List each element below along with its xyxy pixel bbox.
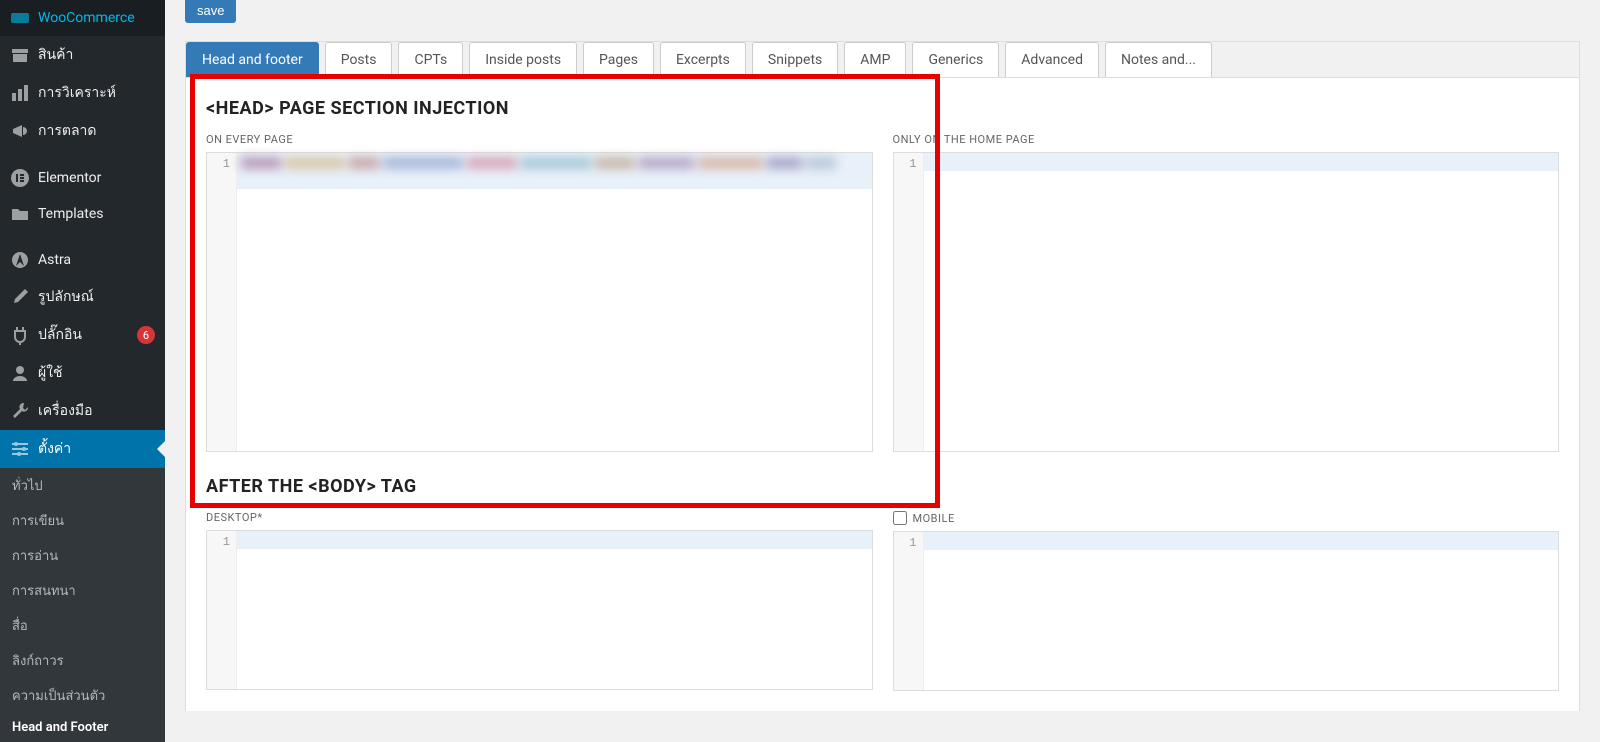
section-body-tag-title: AFTER THE <BODY> TAG: [206, 476, 1559, 497]
submenu-discussion[interactable]: การสนทนา: [0, 573, 165, 608]
submenu-writing[interactable]: การเขียน: [0, 503, 165, 538]
sidebar-label: ผู้ใช้: [38, 362, 155, 384]
plugin-update-badge: 6: [137, 326, 155, 344]
mobile-checkbox[interactable]: [893, 511, 907, 525]
sidebar-label: Elementor: [38, 170, 155, 186]
sidebar-label: ปลั๊กอิน: [38, 324, 129, 346]
plug-icon: [10, 325, 30, 345]
tab-notes[interactable]: Notes and...: [1105, 42, 1212, 77]
admin-sidebar: WooCommerce สินค้า การวิเคราะห์ การตลาด …: [0, 0, 165, 711]
settings-panel: <HEAD> PAGE SECTION INJECTION ON EVERY P…: [185, 77, 1580, 711]
line-gutter: 1: [894, 153, 924, 451]
megaphone-icon: [10, 121, 30, 141]
code-editor-head-home[interactable]: 1: [893, 152, 1560, 452]
section-head-injection-title: <HEAD> PAGE SECTION INJECTION: [206, 98, 1559, 119]
save-button[interactable]: save: [185, 0, 236, 23]
tab-inside-posts[interactable]: Inside posts: [469, 42, 577, 77]
tab-posts[interactable]: Posts: [325, 42, 393, 77]
sidebar-item-marketing[interactable]: การตลาด: [0, 112, 165, 150]
main-content: save Head and footer Posts CPTs Inside p…: [165, 0, 1600, 711]
archive-icon: [10, 45, 30, 65]
chart-icon: [10, 83, 30, 103]
submenu-head-footer[interactable]: Head and Footer: [0, 713, 165, 742]
tab-excerpts[interactable]: Excerpts: [660, 42, 746, 77]
sidebar-item-templates[interactable]: Templates: [0, 196, 165, 232]
tab-head-footer[interactable]: Head and footer: [186, 42, 319, 77]
submenu-reading[interactable]: การอ่าน: [0, 538, 165, 573]
sidebar-label: การวิเคราะห์: [38, 82, 155, 104]
sidebar-label: การตลาด: [38, 120, 155, 142]
sidebar-label: Astra: [38, 252, 155, 268]
sidebar-item-tools[interactable]: เครื่องมือ: [0, 392, 165, 430]
settings-submenu: ทั่วไป การเขียน การอ่าน การสนทนา สื่อ ลิ…: [0, 468, 165, 742]
astra-icon: [10, 250, 30, 270]
sidebar-label: WooCommerce: [38, 10, 155, 26]
elementor-icon: [10, 168, 30, 188]
label-every-page: ON EVERY PAGE: [206, 133, 873, 146]
tab-generics[interactable]: Generics: [912, 42, 999, 77]
submenu-media[interactable]: สื่อ: [0, 608, 165, 643]
line-gutter: 1: [207, 153, 237, 451]
user-icon: [10, 363, 30, 383]
sidebar-item-appearance[interactable]: รูปลักษณ์: [0, 278, 165, 316]
label-home-page: ONLY ON THE HOME PAGE: [893, 133, 1560, 146]
sidebar-item-woocommerce[interactable]: WooCommerce: [0, 0, 165, 36]
label-desktop: DESKTOP*: [206, 511, 873, 524]
label-mobile: MOBILE: [913, 512, 955, 525]
tab-snippets[interactable]: Snippets: [752, 42, 838, 77]
sidebar-item-users[interactable]: ผู้ใช้: [0, 354, 165, 392]
sidebar-label: Templates: [38, 206, 155, 222]
sidebar-item-settings[interactable]: ตั้งค่า: [0, 430, 165, 468]
code-editor-body-desktop[interactable]: 1: [206, 530, 873, 690]
tab-amp[interactable]: AMP: [844, 42, 906, 77]
line-gutter: 1: [207, 531, 237, 689]
line-gutter: 1: [894, 532, 924, 690]
tab-cpts[interactable]: CPTs: [398, 42, 463, 77]
folder-icon: [10, 204, 30, 224]
submenu-privacy[interactable]: ความเป็นส่วนตัว: [0, 678, 165, 713]
sliders-icon: [10, 439, 30, 459]
brush-icon: [10, 287, 30, 307]
sidebar-item-analytics[interactable]: การวิเคราะห์: [0, 74, 165, 112]
sidebar-label: ตั้งค่า: [38, 438, 155, 460]
tabs-container: Head and footer Posts CPTs Inside posts …: [185, 41, 1580, 77]
submenu-permalinks[interactable]: ลิงก์ถาวร: [0, 643, 165, 678]
wrench-icon: [10, 401, 30, 421]
code-editor-body-mobile[interactable]: 1: [893, 531, 1560, 691]
sidebar-item-astra[interactable]: Astra: [0, 242, 165, 278]
obscured-code: [239, 155, 870, 189]
tab-advanced[interactable]: Advanced: [1005, 42, 1099, 77]
sidebar-item-products[interactable]: สินค้า: [0, 36, 165, 74]
submenu-general[interactable]: ทั่วไป: [0, 468, 165, 503]
sidebar-label: เครื่องมือ: [38, 400, 155, 422]
sidebar-label: สินค้า: [38, 44, 155, 66]
sidebar-item-plugins[interactable]: ปลั๊กอิน 6: [0, 316, 165, 354]
woo-icon: [10, 8, 30, 28]
sidebar-label: รูปลักษณ์: [38, 286, 155, 308]
sidebar-item-elementor[interactable]: Elementor: [0, 160, 165, 196]
tab-pages[interactable]: Pages: [583, 42, 654, 77]
code-editor-head-every-page[interactable]: 1: [206, 152, 873, 452]
